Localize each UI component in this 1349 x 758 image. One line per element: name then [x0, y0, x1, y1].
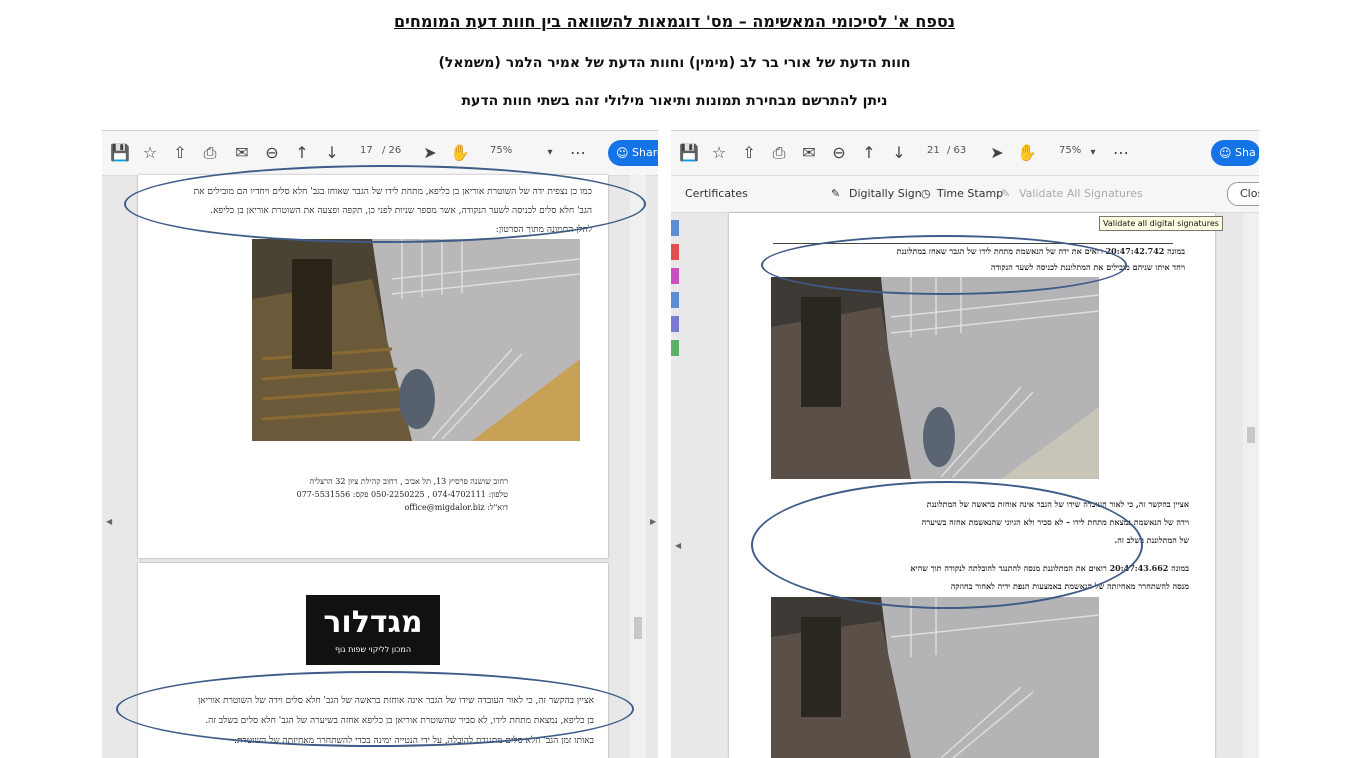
page-title: נספח א' לסיכומי המאשימה – מס' דוגמאות לה…	[393, 12, 956, 31]
chevron-down-icon[interactable]: ▾	[1083, 143, 1103, 163]
scrollbar-thumb[interactable]	[634, 617, 642, 639]
tool-icon[interactable]	[671, 268, 679, 284]
footer-phone: טלפון: 074-4702111 , 050-2250225 פקס: 07…	[296, 490, 508, 499]
star-icon[interactable]: ☆	[140, 143, 160, 163]
page-total: / 26	[382, 145, 402, 156]
zoom-out-icon[interactable]: ⊖	[829, 143, 849, 163]
chevron-down-icon[interactable]: ▾	[540, 143, 560, 163]
tool-icon[interactable]	[671, 220, 679, 236]
more-icon[interactable]: ⋯	[568, 143, 588, 163]
tool-icon[interactable]	[671, 316, 679, 332]
print-icon[interactable]: ⎙	[769, 143, 789, 163]
cctv-photo	[252, 239, 580, 441]
user-add-icon: ☺	[1219, 146, 1232, 160]
tool-icon[interactable]	[671, 292, 679, 308]
page-number[interactable]: 21	[927, 145, 940, 156]
signature-icon: ✎	[1001, 187, 1011, 200]
page-total: / 63	[947, 145, 967, 156]
footer-address: רחוב שושנה פרסיץ 13, תל אביב , רחוב קהיל…	[309, 477, 508, 486]
zoom-out-icon[interactable]: ⊖	[262, 143, 282, 163]
save-icon[interactable]: 💾	[679, 143, 699, 163]
upload-icon[interactable]: ⇧	[739, 143, 759, 163]
mail-icon[interactable]: ✉	[799, 143, 819, 163]
cctv-photo	[771, 597, 1099, 758]
hand-icon[interactable]: ✋	[1017, 143, 1037, 163]
share-button[interactable]: ☺ Sha	[1211, 140, 1259, 166]
tooltip: Validate all digital signatures	[1099, 216, 1223, 231]
cctv-photo	[771, 277, 1099, 479]
prev-arrow-icon[interactable]: ◀	[675, 541, 681, 550]
cursor-icon[interactable]: ➤	[420, 143, 440, 163]
tool-icon[interactable]	[671, 244, 679, 260]
clock-icon: ◷	[921, 187, 931, 200]
scrollbar[interactable]	[1243, 213, 1259, 758]
certificates-label: Certificates	[685, 187, 748, 200]
page-subtitle: חוות הדעת של אורי בר לב (מימין) וחוות הד…	[438, 55, 911, 71]
highlight-ellipse	[751, 481, 1143, 609]
page-up-icon[interactable]: ↑	[292, 143, 312, 163]
hand-icon[interactable]: ✋	[450, 143, 470, 163]
right-pdf-viewer: 💾 ☆ ⇧ ⎙ ✉ ⊖ ↑ ↓ 21 / 63 ➤ ✋ 75% ▾ ⋯ ☺ Sha…	[671, 130, 1259, 758]
zoom-level[interactable]: 75%	[490, 145, 512, 156]
prev-arrow-icon[interactable]: ◀	[106, 517, 112, 526]
page-up-icon[interactable]: ↑	[859, 143, 879, 163]
zoom-level[interactable]: 75%	[1059, 145, 1081, 156]
user-add-icon: ☺	[616, 146, 629, 160]
print-icon[interactable]: ⎙	[200, 143, 220, 163]
time-stamp-button[interactable]: Time Stamp	[937, 187, 1003, 200]
scrollbar-thumb[interactable]	[1247, 427, 1255, 443]
close-button[interactable]: Clos	[1227, 182, 1259, 206]
page-down-icon[interactable]: ↓	[889, 143, 909, 163]
certificates-bar: Certificates ✎ Digitally Sign ◷ Time Sta…	[671, 176, 1259, 213]
save-icon[interactable]: 💾	[110, 143, 130, 163]
cursor-icon[interactable]: ➤	[987, 143, 1007, 163]
left-tool-strip	[671, 212, 679, 364]
mail-icon[interactable]: ✉	[232, 143, 252, 163]
scrollbar[interactable]	[630, 175, 646, 758]
digitally-sign-button[interactable]: Digitally Sign	[849, 187, 922, 200]
page-down-icon[interactable]: ↓	[322, 143, 342, 163]
footer-email[interactable]: דוא"ל: office@migdalor.biz	[208, 501, 508, 514]
highlight-ellipse	[761, 235, 1127, 295]
validate-all-button[interactable]: Validate All Signatures	[1019, 187, 1143, 200]
pen-icon: ✎	[831, 187, 841, 200]
left-pdf-viewer: 💾 ☆ ⇧ ⎙ ✉ ⊖ ↑ ↓ 17 / 26 ➤ ✋ 75% ▾ ⋯ ☺ Sha…	[102, 130, 658, 758]
share-button[interactable]: ☺Share	[608, 140, 658, 166]
page-note: ניתן להתרשם מבחירת תמונות ותיאור מילולי …	[461, 93, 888, 109]
migdalor-logo: מגדלור המכון לליקוי שפות גוף	[306, 595, 440, 665]
next-arrow-icon[interactable]: ▶	[650, 517, 656, 526]
more-icon[interactable]: ⋯	[1111, 143, 1131, 163]
upload-icon[interactable]: ⇧	[170, 143, 190, 163]
tool-icon[interactable]	[671, 340, 679, 356]
right-toolbar: 💾 ☆ ⇧ ⎙ ✉ ⊖ ↑ ↓ 21 / 63 ➤ ✋ 75% ▾ ⋯ ☺ Sha	[671, 131, 1259, 176]
highlight-ellipse	[116, 671, 634, 747]
highlight-ellipse	[124, 165, 646, 243]
star-icon[interactable]: ☆	[709, 143, 729, 163]
page-number[interactable]: 17	[360, 145, 373, 156]
